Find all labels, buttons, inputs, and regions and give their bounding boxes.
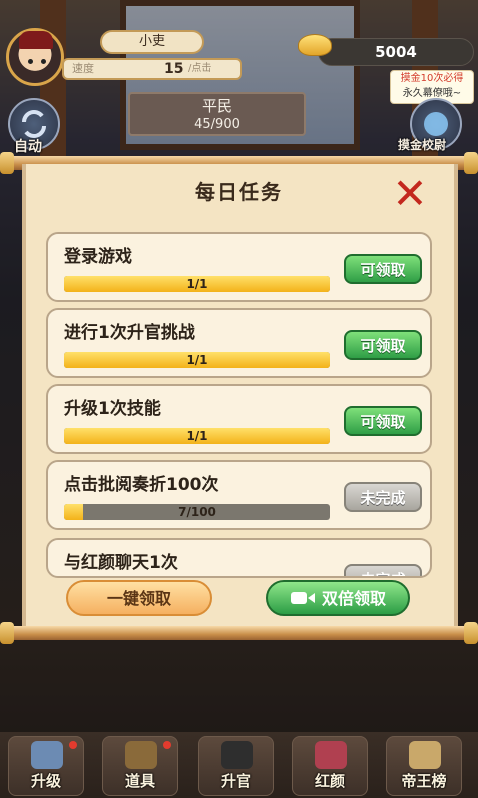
task-progress-bar: 1/1 bbox=[64, 352, 330, 368]
task-progress-text: 1/1 bbox=[186, 429, 208, 443]
task-progress-text: 7/100 bbox=[178, 505, 216, 519]
task-name: 点击批阅奏折100次 bbox=[64, 475, 219, 495]
rank-title: 平民 bbox=[201, 97, 232, 115]
player-name: 小吏 bbox=[100, 30, 204, 54]
task-card: 点击批阅奏折100次 7/100 未完成 bbox=[46, 460, 432, 530]
task-card: 升级1次技能 1/1 可领取 bbox=[46, 384, 432, 454]
nav-official-hat[interactable]: 升官 bbox=[198, 736, 274, 796]
incomplete-button[interactable]: 未完成 bbox=[344, 564, 422, 576]
task-card: 与红颜聊天1次未完成 bbox=[46, 538, 432, 578]
notification-dot bbox=[163, 741, 171, 749]
coin-counter: 5004 bbox=[318, 38, 474, 66]
task-name: 与红颜聊天1次 bbox=[64, 553, 178, 573]
claim-button[interactable]: 可领取 bbox=[344, 254, 422, 284]
speed-unit: /点击 bbox=[188, 63, 212, 74]
task-name: 升级1次技能 bbox=[64, 399, 161, 419]
chest-icon bbox=[125, 741, 157, 769]
claim-button[interactable]: 可领取 bbox=[344, 406, 422, 436]
double-claim-button[interactable]: 双倍领取 bbox=[266, 580, 410, 616]
task-progress-text: 1/1 bbox=[186, 353, 208, 367]
incomplete-button[interactable]: 未完成 bbox=[344, 482, 422, 512]
player-avatar[interactable] bbox=[6, 28, 64, 86]
scroll-icon bbox=[409, 741, 441, 769]
nav-label: 升级 bbox=[30, 772, 61, 790]
lady-icon bbox=[315, 741, 347, 769]
task-name: 进行1次升官挑战 bbox=[64, 323, 195, 343]
task-progress-bar: 1/1 bbox=[64, 276, 330, 292]
upgrade-icon bbox=[31, 741, 63, 769]
nav-upgrade[interactable]: 升级 bbox=[8, 736, 84, 796]
nav-chest[interactable]: 道具 bbox=[102, 736, 178, 796]
video-icon bbox=[290, 591, 315, 604]
speed-value: 15 bbox=[164, 61, 184, 77]
close-icon[interactable]: ✕ bbox=[388, 173, 432, 216]
task-progress-bar: 1/1 bbox=[64, 428, 330, 444]
notification-dot bbox=[69, 741, 77, 749]
task-card: 进行1次升官挑战 1/1 可领取 bbox=[46, 308, 432, 378]
task-name: 登录游戏 bbox=[64, 247, 132, 267]
nav-label: 道具 bbox=[124, 772, 155, 790]
task-card: 登录游戏 1/1 可领取 bbox=[46, 232, 432, 302]
double-claim-label: 双倍领取 bbox=[321, 589, 386, 608]
task-progress-bar: 7/100 bbox=[64, 504, 330, 520]
task-progress-text: 1/1 bbox=[186, 277, 208, 291]
nav-lady[interactable]: 红颜 bbox=[292, 736, 368, 796]
claim-button[interactable]: 可领取 bbox=[344, 330, 422, 360]
speed-indicator: 速度 15 /点击 bbox=[62, 58, 242, 80]
nav-label: 帝王榜 bbox=[401, 772, 447, 790]
gold-ingot-icon bbox=[298, 34, 332, 56]
rank-panel: 平民 45/900 bbox=[128, 92, 306, 136]
nav-label: 升官 bbox=[220, 772, 251, 790]
scroll-rod-bottom bbox=[0, 622, 478, 644]
promo-line1: 摸金10次必得 bbox=[400, 73, 464, 84]
nav-scroll[interactable]: 帝王榜 bbox=[386, 736, 462, 796]
official-hat-icon bbox=[221, 741, 253, 769]
rank-progress: 45/900 bbox=[194, 117, 240, 132]
treasure-label: 摸金校尉 bbox=[398, 138, 447, 152]
claim-all-button[interactable]: 一键领取 bbox=[66, 580, 212, 616]
hat-icon bbox=[19, 31, 53, 49]
auto-label: 自动 bbox=[14, 139, 42, 155]
nav-label: 红颜 bbox=[314, 772, 345, 790]
speed-label: 速度 bbox=[72, 62, 94, 75]
